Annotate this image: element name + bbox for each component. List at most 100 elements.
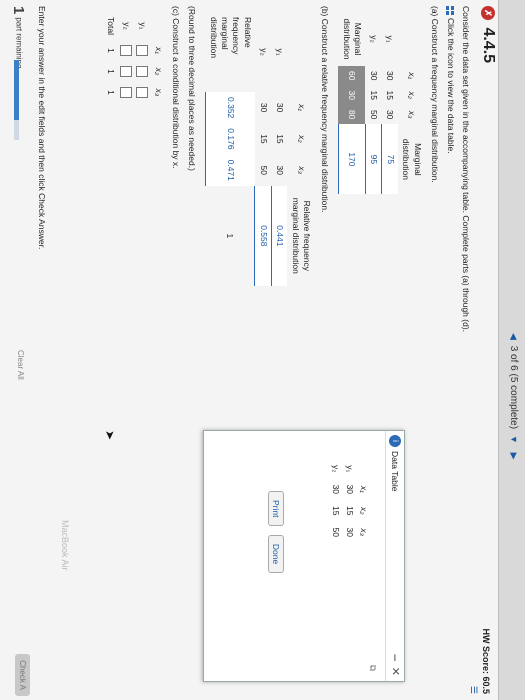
- col-header: x₁: [296, 104, 307, 112]
- col-header: x₂: [406, 91, 417, 99]
- cell: 30: [258, 102, 269, 113]
- cell: 30: [275, 165, 286, 175]
- data-table-hint[interactable]: Click the icon to view the data table.: [444, 6, 456, 426]
- cell: 1: [106, 90, 117, 95]
- question-number: 4.4.5: [480, 27, 497, 64]
- col-header: x₁: [406, 72, 417, 80]
- table-row: Relative frequency marginal distribution…: [205, 12, 255, 286]
- part-count: 1: [10, 6, 27, 15]
- popup-data-table: x₁ x₂ x₃ y₁ 30 15 30 y₂ 30 15 50: [329, 459, 371, 543]
- row-label: y₂: [121, 22, 132, 30]
- data-table-icon[interactable]: [445, 6, 454, 15]
- answer-field[interactable]: 0.441: [271, 185, 288, 286]
- minimize-icon[interactable]: –: [389, 654, 403, 661]
- input-box[interactable]: [136, 65, 149, 77]
- col-header: x₂: [296, 135, 307, 143]
- col-header: x₁: [359, 485, 369, 493]
- answer-field[interactable]: 95: [365, 124, 382, 195]
- cell: 30: [275, 102, 286, 113]
- hw-score: HW Score: 60.5: [481, 628, 491, 694]
- copy-icon[interactable]: ⧉: [367, 665, 378, 671]
- clear-all-button[interactable]: Clear All: [16, 350, 25, 380]
- answer-field[interactable]: 60: [338, 66, 366, 86]
- col-header: Relative frequency marginal distribution: [290, 197, 313, 274]
- table-row: Total 1 1 1: [103, 12, 118, 103]
- progress-fill: [14, 60, 19, 120]
- table-row: Marginal distribution 60 30 80 170: [338, 12, 366, 195]
- popup-title: Data Table: [390, 451, 400, 492]
- row-label: Marginal distribution: [341, 18, 364, 60]
- cell: 15: [345, 506, 355, 516]
- answer-field[interactable]: 0.471: [205, 154, 255, 186]
- cell: 15: [369, 90, 380, 100]
- info-icon: i: [389, 435, 401, 447]
- row-label: y₂: [258, 48, 269, 56]
- col-header: x₃: [153, 88, 164, 97]
- rounding-note: (Round to three decimal places as needed…: [186, 6, 197, 171]
- row-label: y₁: [137, 22, 148, 30]
- data-table-popup: i Data Table – ✕ ⧉ x₁ x₂ x₃ y₁ 30 15 30 …: [203, 430, 405, 682]
- part-b-title: (b) Construct a relative frequency margi…: [319, 6, 330, 213]
- question-heading: ✗ 4.4.5: [479, 6, 497, 63]
- table-row: y₂ 30 15 50 0.558: [254, 12, 272, 286]
- cell: 30: [385, 109, 396, 120]
- answer-field[interactable]: 0.176: [205, 123, 255, 155]
- input-box[interactable]: [120, 44, 133, 56]
- part-a-title: (a) Construct a frequency marginal distr…: [430, 6, 441, 183]
- cell: 30: [331, 484, 341, 495]
- row-label: y₁: [275, 48, 286, 56]
- input-box[interactable]: [120, 86, 133, 98]
- answer-field[interactable]: 80: [338, 104, 366, 125]
- row-label: y₁: [345, 465, 355, 473]
- table-row: y₂: [118, 12, 134, 103]
- row-label: Relative frequency marginal distribution: [208, 17, 253, 59]
- check-answer-button[interactable]: Check A: [15, 654, 30, 696]
- next-question-icon[interactable]: ▶: [509, 453, 519, 460]
- col-header: x₃: [406, 110, 417, 119]
- cell: 30: [385, 71, 396, 81]
- done-button[interactable]: Done: [268, 534, 284, 574]
- progress-bar: [14, 60, 19, 140]
- answer-field[interactable]: 75: [381, 124, 398, 195]
- part-c-table: x₁ x₂ x₃ y₁ y₂ Total 1 1 1: [103, 12, 166, 103]
- input-box[interactable]: [136, 44, 149, 56]
- row-label: Total: [106, 17, 117, 35]
- top-toolbar: ◀ 3 of 6 (5 complete) ▼ ▶: [498, 0, 525, 700]
- data-table-hint-text: Click the icon to view the data table.: [445, 18, 456, 154]
- table-row: y₂ 30 15 50: [329, 459, 343, 543]
- col-header: x₂: [359, 507, 369, 515]
- question-dropdown-icon[interactable]: ▼: [509, 435, 519, 444]
- part-a-table: x₁ x₂ x₃ Marginal distribution y₁ 30 15 …: [338, 12, 425, 195]
- cell: 50: [331, 527, 341, 537]
- question-progress: 3 of 6 (5 complete): [508, 345, 519, 430]
- cell: 1: [106, 69, 117, 74]
- answer-field[interactable]: 30: [338, 85, 366, 105]
- cell: 1: [225, 233, 236, 239]
- prev-question-icon[interactable]: ◀: [509, 333, 519, 340]
- col-header: x₂: [153, 67, 164, 76]
- popup-header: i Data Table – ✕: [385, 431, 404, 681]
- cell: 15: [385, 90, 396, 100]
- answer-field[interactable]: 0.558: [254, 185, 272, 286]
- close-icon[interactable]: ✕: [389, 667, 402, 676]
- cell: 30: [345, 527, 355, 537]
- input-box[interactable]: [136, 86, 149, 98]
- row-label: y₂: [369, 35, 380, 43]
- incorrect-badge-icon: ✗: [481, 6, 496, 20]
- cell: 30: [345, 484, 355, 495]
- mouse-pointer-icon: ➤: [103, 430, 117, 441]
- score-menu-icon[interactable]: ☰: [468, 686, 479, 694]
- cell: 30: [369, 71, 380, 81]
- print-button[interactable]: Print: [268, 491, 284, 527]
- table-row: y₁: [134, 12, 150, 103]
- homework-app: ◀ 3 of 6 (5 complete) ▼ ▶ ✗ 4.4.5 HW Sco…: [0, 0, 525, 700]
- question-body: Consider the data set given in the accom…: [95, 6, 471, 426]
- table-row: y₂ 30 15 50 95: [365, 12, 382, 195]
- answer-field[interactable]: 170: [338, 124, 366, 195]
- row-label: y₁: [385, 35, 396, 43]
- table-row: y₁ 30 15 30 0.441: [271, 12, 288, 286]
- col-header: x₃: [296, 166, 307, 175]
- popup-buttons: Print Done: [268, 491, 284, 579]
- answer-field[interactable]: 0.352: [205, 92, 255, 124]
- input-box[interactable]: [120, 65, 133, 77]
